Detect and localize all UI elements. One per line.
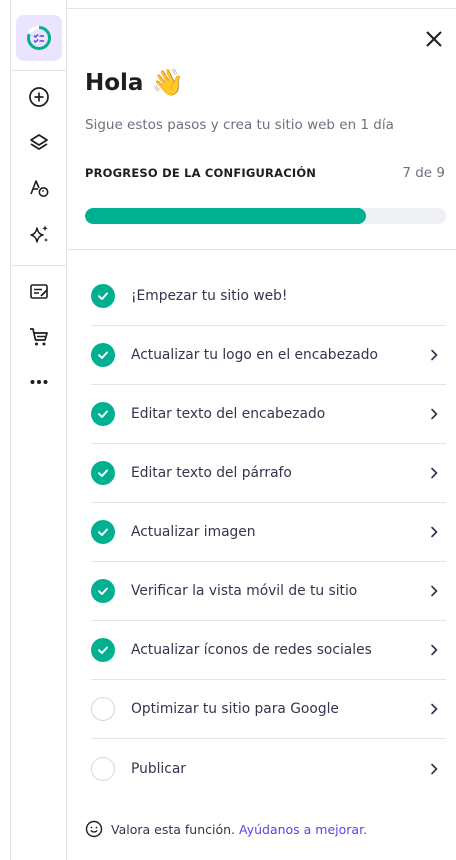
checkmark-icon [91,402,115,426]
panel-title: Hola 👋 [85,68,184,98]
progress-label: PROGRESO DE LA CONFIGURACIÓN [85,166,317,180]
ai-sparkle-icon[interactable] [24,219,54,249]
checkmark-icon [91,461,115,485]
chevron-right-icon [426,465,442,481]
checkmark-icon [91,284,115,308]
step-label: Verificar la vista móvil de tu sitio [131,583,358,599]
sidebar-rail [10,0,67,860]
checklist-step[interactable]: Editar texto del párrafo [91,444,446,503]
chevron-right-icon [426,642,442,658]
blog-icon[interactable] [24,277,54,307]
checklist-step[interactable]: Actualizar tu logo en el encabezado [91,326,446,385]
chevron-right-icon [426,347,442,363]
greeting-text: Hola [85,70,144,96]
more-icon[interactable] [24,367,54,397]
checklist-step[interactable]: Optimizar tu sitio para Google [91,680,446,739]
add-icon[interactable] [24,82,54,112]
step-label: Publicar [131,760,186,777]
cart-icon[interactable] [24,322,54,352]
chevron-right-icon [426,524,442,540]
step-label: Optimizar tu sitio para Google [131,701,339,717]
checkmark-icon [91,520,115,544]
rail-divider [11,70,66,71]
step-label: Editar texto del encabezado [131,406,326,422]
progress-bar-fill [85,208,366,224]
checkmark-icon [91,343,115,367]
styles-icon[interactable] [24,173,54,203]
steps-list: ¡Empezar tu sitio web! Actualizar tu logo… [67,267,456,798]
checklist-step[interactable]: ¡Empezar tu sitio web! [91,267,446,326]
smiley-icon [85,820,103,838]
checkmark-icon [91,638,115,662]
close-button[interactable] [422,27,446,51]
checklist-step[interactable]: Verificar la vista móvil de tu sitio [91,562,446,621]
empty-circle-icon [91,756,115,781]
step-label: Actualizar íconos de redes sociales [131,642,372,658]
progress-bar [85,208,446,224]
panel-subtitle: Sigue estos pasos y crea tu sitio web en… [85,117,394,133]
feedback-text: Valora esta función. [111,821,236,837]
chevron-right-icon [426,701,442,717]
chevron-right-icon [426,406,442,422]
feedback-row: Valora esta función. Ayúdanos a mejorar. [85,820,367,838]
layers-icon[interactable] [24,128,54,158]
chevron-right-icon [426,761,442,777]
close-icon [426,31,442,47]
step-label: Editar texto del párrafo [131,465,292,481]
checklist-step[interactable]: Publicar [91,739,446,798]
checklist-step[interactable]: Editar texto del encabezado [91,385,446,444]
progress-count: 7 de 9 [402,165,445,181]
feedback-link[interactable]: Ayúdanos a mejorar. [239,822,367,837]
checkmark-icon [91,579,115,603]
checklist-step[interactable]: Actualizar imagen [91,503,446,562]
empty-circle-icon [91,697,115,721]
checklist-step[interactable]: Actualizar íconos de redes sociales [91,621,446,680]
step-label: Actualizar imagen [131,524,256,540]
step-label: ¡Empezar tu sitio web! [131,288,288,304]
wave-icon: 👋 [151,68,184,98]
checklist-icon[interactable] [24,23,54,53]
chevron-right-icon [426,583,442,599]
step-label: Actualizar tu logo en el encabezado [131,347,378,363]
rail-divider [11,265,66,266]
section-divider [67,249,456,250]
onboarding-checklist-panel: Hola 👋 Sigue estos pasos y crea tu sitio… [67,0,456,860]
